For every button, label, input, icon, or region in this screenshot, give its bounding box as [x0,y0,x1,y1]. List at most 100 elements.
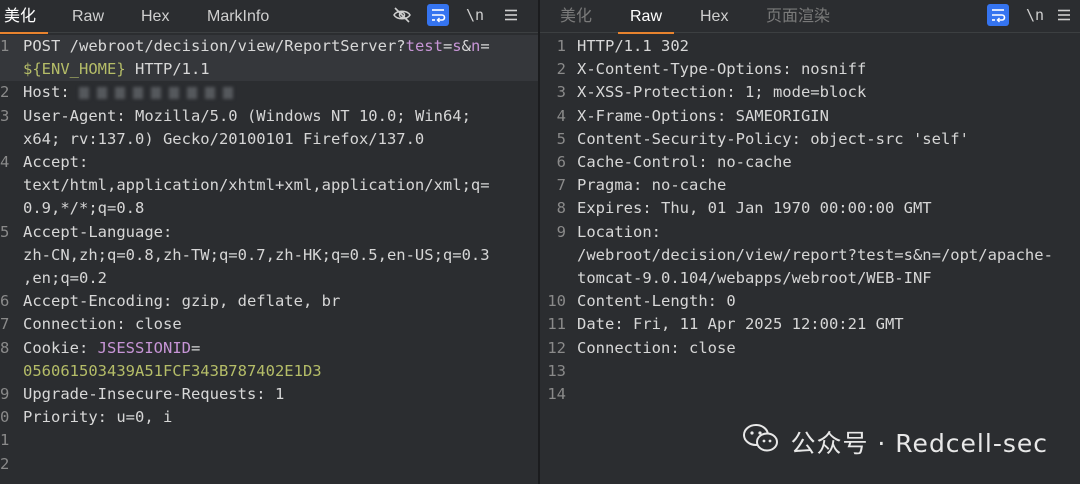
line-number: 0 [0,408,10,427]
line-number: 3 [0,106,10,125]
line-number: 4 [556,106,566,125]
menu-icon[interactable] [1053,4,1075,26]
line-number: 1 [556,37,566,55]
code-token: : close [670,338,736,357]
code-text: text/html,application/xhtml+xml,applicat… [23,174,490,197]
code-token: : [162,222,173,241]
code-line: zh-CN,zh;q=0.8,zh-TW;q=0.7,zh-HK;q=0.5,e… [0,244,538,267]
code-line: 8 Cookie: JSESSIONID= [0,337,538,360]
code-text: Accept: [23,151,88,174]
code-line: 11 Date: Fri, 11 Apr 2025 12:00:21 GMT [540,313,1080,336]
code-token: = [442,37,453,55]
code-text: Connection: close [23,313,182,336]
code-token: User-Agent [23,106,117,125]
tab-hex[interactable]: Hex [141,5,169,29]
code-token: Location [577,222,652,241]
code-line: 12 Connection: close [540,337,1080,360]
code-text: Accept-Language: [23,221,172,244]
code-line: 14 [540,383,1080,406]
code-token: zh-CN,zh;q=0.8,zh-TW;q=0.7,zh-HK;q=0.5,e… [23,245,490,264]
code-text: 056061503439A51FCF343B787402E1D3 [23,360,322,383]
tab-hex[interactable]: Hex [700,5,728,29]
newline-icon[interactable]: \n [1024,4,1046,26]
code-token: X-Frame-Options [577,106,717,125]
code-line: 0.9,*/*;q=0.8 [0,197,538,220]
code-token: Upgrade-Insecure-Requests [23,385,257,403]
code-token: Priority [23,408,98,427]
code-line: 1 HTTP/1.1 302 [540,35,1080,58]
tab-raw[interactable]: Raw [617,5,675,34]
code-line: ${ENV_HOME} HTTP/1.1 [0,58,538,82]
code-token: X-Content-Type-Options [577,60,783,79]
code-line: 9 Upgrade-Insecure-Requests: 1 [0,383,538,406]
tab-pretty[interactable]: 美化 [560,5,592,29]
code-text: X-Frame-Options: SAMEORIGIN [577,105,829,128]
code-token: : no-cache [633,176,727,195]
code-token: ,en;q=0.2 [23,269,107,287]
code-token: & [461,37,471,55]
code-line: 3 X-XSS-Protection: 1; mode=block [540,81,1080,104]
code-token: Accept-Encoding [23,292,163,311]
wrap-lines-icon[interactable] [427,4,449,26]
code-token: POST /webroot/decision/view/ReportServer… [23,37,406,55]
code-line: tomcat-9.0.104/webapps/webroot/WEB-INF [540,267,1080,290]
code-token: : object-src 'self' [791,129,969,148]
code-text: Host: [23,81,241,104]
line-number: 8 [556,199,566,218]
code-text: Upgrade-Insecure-Requests: 1 [23,383,284,406]
line-number: 6 [556,153,566,171]
eye-off-icon[interactable] [391,4,413,26]
watermark: 公众号 · Redcell-sec [742,423,1048,461]
code-token: Date [577,315,615,334]
code-token: : gzip, deflate, br [162,292,341,311]
response-pane: 美化 Raw Hex 页面渲染 \n 1 HTTP/1.1 302 2 X-Co… [540,0,1080,484]
code-line: 10 Content-Length: 0 [540,290,1080,313]
code-text: X-XSS-Protection: 1; mode=block [577,81,866,104]
tab-pretty[interactable]: 美化 [0,5,49,34]
code-line: 2 Host: [0,81,538,104]
code-token: test [405,37,443,55]
code-token: : [79,153,89,171]
code-text: /webroot/decision/view/report?test=s&n=/… [577,244,1053,267]
code-line: 1 [0,429,538,452]
line-number: 8 [0,338,10,357]
code-text: Location: [577,221,661,244]
line-number: 4 [0,153,10,171]
code-token: : [651,222,661,241]
redacted-host [79,83,241,101]
code-token: Content-Security-Policy [577,129,792,148]
code-line: 6 Accept-Encoding: gzip, deflate, br [0,290,538,313]
code-token: : SAMEORIGIN [716,106,829,125]
response-editor[interactable]: 1 HTTP/1.1 302 2 X-Content-Type-Options: no… [540,34,1080,484]
code-line: text/html,application/xhtml+xml,applicat… [0,174,538,197]
code-token: : 1 [256,385,285,403]
code-line: 2 X-Content-Type-Options: nosniff [540,58,1080,81]
code-token: : 1; mode=block [726,83,867,102]
request-editor[interactable]: 1 POST /webroot/decision/view/ReportServe… [0,34,538,484]
wrap-lines-icon[interactable] [987,4,1009,26]
code-token: s [452,37,462,55]
tab-raw[interactable]: Raw [72,5,104,29]
code-token: : Mozilla/5.0 (Windows NT 10.0; Win64; [116,106,471,125]
code-token: Cookie [23,338,79,357]
http-message-viewer: 美化 Raw Hex MarkInfo \n 1 POST /webroot/d… [0,0,1080,484]
code-text: x64; rv:137.0) Gecko/20100101 Firefox/13… [23,128,424,151]
line-number: 5 [0,222,10,241]
code-token: Host: [23,83,79,102]
code-text: Date: Fri, 11 Apr 2025 12:00:21 GMT [577,313,904,336]
code-token: text/html,application/xhtml+xml,applicat… [23,176,490,195]
code-token: 0.9,*/*;q=0.8 [23,199,145,218]
menu-icon[interactable] [500,4,522,26]
code-text: Content-Length: 0 [577,290,736,313]
code-line: 13 [540,360,1080,383]
line-number: 10 [547,292,566,311]
tab-markinfo[interactable]: MarkInfo [207,5,269,29]
code-line: 6 Cache-Control: no-cache [540,151,1080,174]
code-text: Connection: close [577,337,736,360]
newline-icon[interactable]: \n [464,4,486,26]
tab-render[interactable]: 页面渲染 [766,5,830,29]
code-line: 2 [0,453,538,476]
code-token: Pragma [577,176,633,195]
code-token: HTTP/1.1 302 [577,37,689,55]
code-token: Accept-Language [23,222,163,241]
